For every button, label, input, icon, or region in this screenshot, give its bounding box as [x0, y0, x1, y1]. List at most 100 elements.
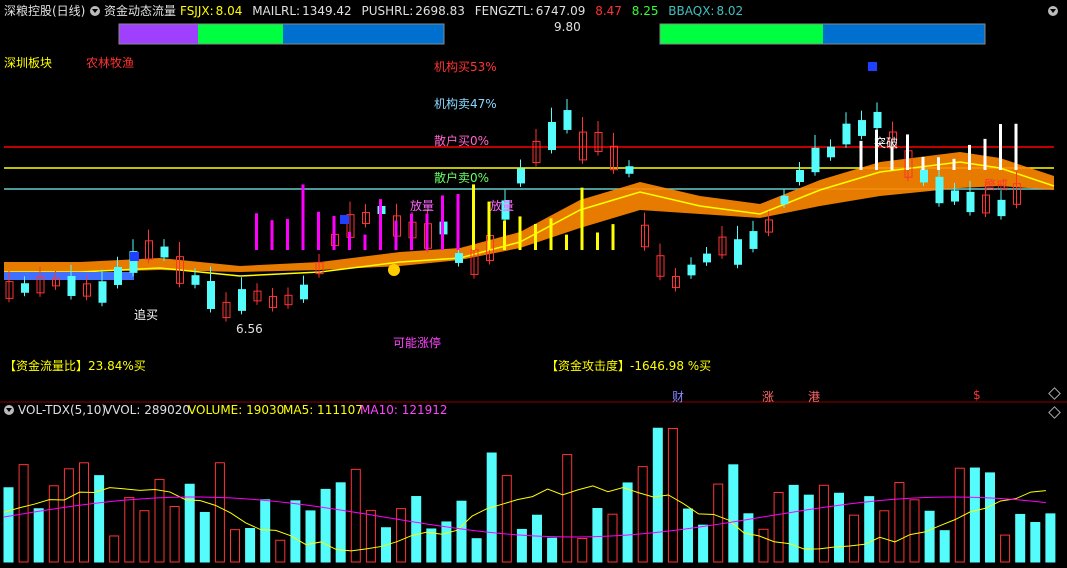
candle-body	[517, 168, 525, 184]
volume-bar	[985, 472, 995, 563]
volume-bar	[184, 483, 195, 563]
flow-bar	[503, 220, 506, 250]
vol-name[interactable]: VOL-TDX(5,10)	[18, 403, 106, 417]
signal-marker	[340, 215, 349, 224]
candle-body	[191, 275, 200, 285]
flow-bar	[317, 211, 320, 250]
candle-body	[935, 176, 944, 204]
flow-bar	[270, 220, 274, 250]
candle-body	[997, 199, 1006, 217]
candle-body	[98, 281, 107, 303]
volume-bar	[592, 508, 603, 563]
volume-bar	[849, 514, 860, 563]
volume-bar	[652, 427, 663, 563]
signal-marker	[130, 252, 139, 261]
volume-bar	[441, 521, 452, 563]
candle-body	[548, 121, 556, 151]
flow-bar	[255, 213, 258, 250]
flow-bar-white	[921, 156, 925, 170]
volume-bar	[803, 494, 814, 563]
candle-body	[873, 111, 882, 129]
volume-bar	[834, 492, 844, 563]
flow-bar	[441, 195, 444, 250]
top-bar-purple	[119, 24, 198, 44]
volume-bar	[864, 496, 875, 563]
volume-bar	[214, 462, 225, 563]
volume-bar	[637, 466, 648, 563]
flow-bar	[425, 213, 429, 250]
marker-gang[interactable]: 港	[808, 388, 820, 405]
volume-bar	[139, 510, 150, 563]
volume-bar	[562, 454, 573, 563]
candle-body	[455, 253, 463, 263]
volume-bar	[350, 468, 361, 563]
candle-body	[780, 195, 789, 205]
volume-bar	[622, 482, 633, 563]
flow-bar	[379, 199, 382, 250]
signal-marker	[868, 62, 877, 71]
flow-bar	[580, 187, 584, 250]
candle-body	[749, 231, 758, 249]
flow-bar	[565, 234, 568, 250]
zhui-mai-label: 追买	[134, 308, 159, 322]
flow-bar	[472, 184, 475, 250]
flow-bar-white	[937, 157, 940, 170]
flow-bar	[534, 223, 537, 250]
inst-buy-label: 机构买53%	[434, 60, 497, 74]
flow-bar	[518, 216, 522, 250]
volume-bar	[758, 528, 769, 563]
volume-bar	[456, 500, 467, 563]
flow-bar-white	[999, 124, 1002, 170]
flow-bar	[611, 224, 615, 250]
candle-body	[966, 191, 975, 213]
volume-bar	[501, 475, 512, 563]
volume-bar	[471, 538, 482, 563]
volume-bar	[396, 508, 407, 563]
candle-body	[687, 264, 696, 276]
candle-body	[796, 169, 804, 183]
volume-bar	[713, 483, 724, 563]
volume-bar	[33, 508, 44, 563]
volume-bar	[411, 496, 422, 563]
fang-liang-label-2: 放量	[490, 199, 515, 213]
top-bar-green-right	[660, 24, 823, 44]
volume-bar	[924, 510, 935, 563]
flow-bar	[456, 194, 460, 250]
candle-body	[563, 110, 572, 130]
candle-body	[920, 169, 928, 183]
candle-body	[238, 289, 246, 311]
volume-bar	[230, 529, 240, 563]
flow-ratio-stat: 【资金流量比】23.84%买	[4, 359, 146, 373]
flow-bar-white	[1014, 123, 1018, 170]
candle-body	[703, 253, 711, 263]
flow-bar	[301, 184, 305, 250]
volume-bar	[879, 510, 890, 563]
marker-dollar[interactable]: $	[973, 388, 981, 402]
volume-bar	[426, 528, 437, 563]
marker-cai[interactable]: 财	[672, 388, 684, 405]
kline-chart	[0, 23, 1067, 563]
volume-bar	[698, 524, 709, 563]
marker-zhang[interactable]: 涨	[762, 388, 774, 405]
low-price-label: 6.56	[236, 322, 263, 336]
volume-bar	[305, 510, 316, 563]
volume-bar	[909, 499, 920, 563]
ke-neng-zhang-ting-label: 可能涨停	[393, 336, 442, 350]
volume-bar	[683, 508, 693, 563]
flow-bar	[332, 215, 336, 250]
retail-sell-label: 散户卖0%	[434, 171, 490, 185]
volume-dropdown-icon[interactable]	[4, 405, 14, 415]
ma5-value: MA5: 111107	[283, 403, 363, 417]
volume-bar	[516, 528, 527, 563]
volume-bar	[1000, 534, 1011, 563]
industry-label: 农林牧渔	[86, 56, 135, 70]
candle-body	[951, 190, 959, 202]
candle-body	[625, 166, 634, 174]
volume-value: VOLUME: 19030	[188, 403, 285, 417]
flow-bar	[394, 220, 398, 250]
sector-label: 深圳板块	[4, 56, 53, 70]
volume-bar	[547, 537, 558, 563]
flow-bar-white	[859, 140, 863, 170]
candle-body	[811, 147, 820, 173]
volume-bar	[245, 528, 256, 563]
